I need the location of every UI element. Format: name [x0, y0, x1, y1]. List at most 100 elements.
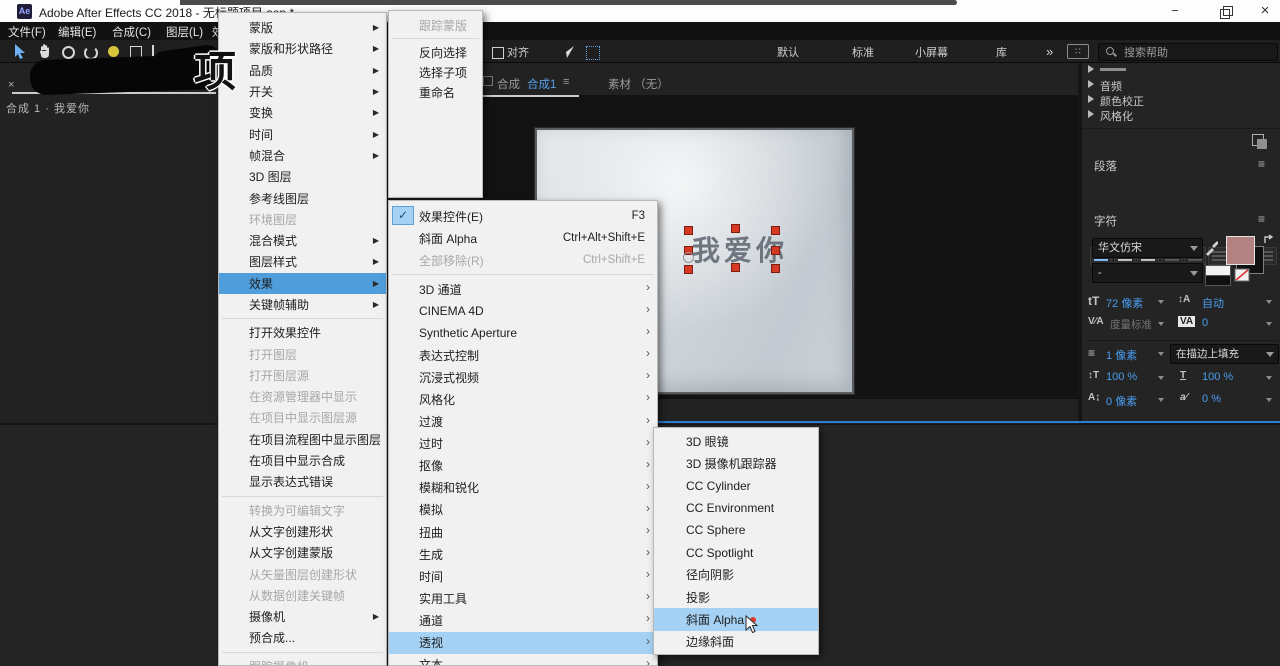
- menu-item[interactable]: 品质▶: [219, 60, 386, 81]
- menu-item[interactable]: 帧混合▶: [219, 145, 386, 166]
- menu-item[interactable]: ✓效果控件(E)F3: [389, 205, 657, 227]
- menu-item[interactable]: 3D 摄像机跟踪器: [654, 452, 818, 474]
- effects-group-row[interactable]: 风格化: [1082, 107, 1280, 122]
- collapsed-triangle-icon[interactable]: [1088, 80, 1094, 88]
- effects-group-row[interactable]: 颜色校正: [1082, 92, 1280, 107]
- chevron-down-icon[interactable]: [1266, 376, 1272, 380]
- menu-item[interactable]: 在项目中显示合成: [219, 450, 386, 471]
- menu-item[interactable]: 沉浸式视频›: [389, 366, 657, 388]
- menu-item[interactable]: 从文字创建蒙版: [219, 542, 386, 563]
- menu-item[interactable]: 文本›: [389, 654, 657, 666]
- menu-item[interactable]: 斜面 AlphaCtrl+Alt+Shift+E: [389, 227, 657, 249]
- menu-item[interactable]: 径向阴影: [654, 564, 818, 586]
- menu-item[interactable]: 显示表达式错误: [219, 471, 386, 492]
- menu-item[interactable]: 变换▶: [219, 102, 386, 123]
- menu-item[interactable]: 边缘斜面: [654, 631, 818, 653]
- menu-item[interactable]: 预合成...: [219, 627, 386, 648]
- tracking-value[interactable]: 0: [1202, 317, 1208, 329]
- menu-file[interactable]: 文件(F): [8, 24, 46, 40]
- menu-item[interactable]: 关键帧辅助▶: [219, 294, 386, 315]
- menu-item[interactable]: 转换为可编辑文字: [219, 500, 386, 521]
- font-family-select[interactable]: 华文仿宋: [1092, 238, 1203, 258]
- menu-item[interactable]: 斜面 Alpha: [654, 608, 818, 630]
- menu-item[interactable]: 时间▶: [219, 123, 386, 144]
- menu-item[interactable]: 打开效果控件: [219, 322, 386, 343]
- panel-close-icon[interactable]: ×: [8, 79, 14, 91]
- camera-tool-icon[interactable]: [108, 46, 119, 57]
- menu-item[interactable]: 从文字创建形状: [219, 521, 386, 542]
- menu-item[interactable]: 从数据创建关键帧: [219, 585, 386, 606]
- menu-item[interactable]: 3D 眼镜: [654, 430, 818, 452]
- menu-item[interactable]: 模糊和锐化›: [389, 477, 657, 499]
- menu-item[interactable]: 通道›: [389, 609, 657, 631]
- menu-item[interactable]: 在项目流程图中显示图层: [219, 429, 386, 450]
- menu-item[interactable]: 3D 图层: [219, 166, 386, 187]
- menu-edit[interactable]: 编辑(E): [58, 24, 96, 40]
- tab-composition-prefix[interactable]: 合成: [497, 76, 520, 92]
- menu-item[interactable]: 3D 通道›: [389, 278, 657, 300]
- selection-tool-icon[interactable]: [14, 44, 26, 59]
- panel-lock-icon[interactable]: [483, 76, 493, 86]
- chevron-down-icon[interactable]: [1158, 398, 1164, 402]
- menu-composition[interactable]: 合成(C): [112, 24, 151, 40]
- workspace-standard[interactable]: 标准: [852, 44, 874, 60]
- paragraph-panel-menu-icon[interactable]: ≡: [1258, 157, 1265, 171]
- menu-item[interactable]: 在资源管理器中显示: [219, 386, 386, 407]
- effects-group-row[interactable]: 音频: [1082, 77, 1280, 92]
- tab-menu-icon[interactable]: ≡: [563, 76, 569, 88]
- menu-item[interactable]: 投影: [654, 586, 818, 608]
- zoom-tool-icon[interactable]: [62, 46, 75, 59]
- chevron-down-icon[interactable]: [1266, 300, 1272, 304]
- swap-colors-icon[interactable]: [1264, 234, 1275, 245]
- menu-item[interactable]: 打开图层源: [219, 365, 386, 386]
- default-stroke-swatch[interactable]: [1205, 275, 1231, 286]
- menu-item[interactable]: Synthetic Aperture›: [389, 322, 657, 344]
- close-button[interactable]: ×: [1250, 2, 1280, 20]
- menu-item[interactable]: 时间›: [389, 565, 657, 587]
- menu-item[interactable]: 抠像›: [389, 455, 657, 477]
- horizontal-scale-value[interactable]: 100 %: [1202, 371, 1233, 383]
- menu-item[interactable]: CC Environment: [654, 497, 818, 519]
- menu-item[interactable]: 选择子项: [389, 62, 482, 82]
- tab-composition-active[interactable]: 合成1: [527, 76, 556, 92]
- snapshot-icon[interactable]: [586, 46, 600, 60]
- font-size-value[interactable]: 72 像素: [1106, 295, 1143, 311]
- menu-item[interactable]: 过渡›: [389, 411, 657, 433]
- menu-item[interactable]: 摄像机▶: [219, 606, 386, 627]
- menu-item[interactable]: CC Sphere: [654, 519, 818, 541]
- restore-button[interactable]: [1210, 2, 1240, 20]
- no-fill-icon[interactable]: [1234, 268, 1250, 282]
- chevron-down-icon[interactable]: [1266, 322, 1272, 326]
- anchor-point[interactable]: [683, 252, 694, 263]
- menu-item[interactable]: 在项目中显示图层源: [219, 407, 386, 428]
- vertical-scale-value[interactable]: 100 %: [1106, 371, 1137, 383]
- menu-item[interactable]: CINEMA 4D›: [389, 300, 657, 322]
- workspace-search-icon[interactable]: ∷: [1067, 44, 1089, 59]
- menu-item[interactable]: 混合模式▶: [219, 230, 386, 251]
- menu-item[interactable]: 扭曲›: [389, 521, 657, 543]
- menu-item[interactable]: 风格化›: [389, 388, 657, 410]
- menu-item[interactable]: CC Cylinder: [654, 475, 818, 497]
- menu-item[interactable]: 表达式控制›: [389, 344, 657, 366]
- menu-item[interactable]: 参考线图层: [219, 187, 386, 208]
- menu-item[interactable]: 打开图层: [219, 343, 386, 364]
- menu-item[interactable]: 跟踪摄像机: [219, 656, 386, 666]
- menu-item[interactable]: 开关▶: [219, 81, 386, 102]
- menu-item[interactable]: 图层样式▶: [219, 251, 386, 272]
- chevron-down-icon[interactable]: [1158, 300, 1164, 304]
- menu-item[interactable]: 蒙版和形状路径▶: [219, 38, 386, 59]
- minimize-button[interactable]: −: [1160, 2, 1190, 20]
- skew-value[interactable]: 0 %: [1202, 393, 1221, 405]
- menu-item[interactable]: 透视›: [389, 632, 657, 654]
- font-style-select[interactable]: -: [1092, 263, 1203, 283]
- menu-item[interactable]: 效果▶: [219, 273, 386, 294]
- menu-item[interactable]: 生成›: [389, 543, 657, 565]
- menu-item[interactable]: 跟踪蒙版: [389, 15, 482, 35]
- kerning-value[interactable]: 度量标准: [1110, 317, 1152, 332]
- eyedropper-icon[interactable]: [1204, 238, 1218, 256]
- menu-item[interactable]: 模拟›: [389, 499, 657, 521]
- collapsed-triangle-icon[interactable]: [1088, 110, 1094, 118]
- menu-item[interactable]: CC Spotlight: [654, 541, 818, 563]
- collapsed-triangle-icon[interactable]: [1088, 95, 1094, 103]
- fill-color-swatch[interactable]: [1226, 236, 1255, 265]
